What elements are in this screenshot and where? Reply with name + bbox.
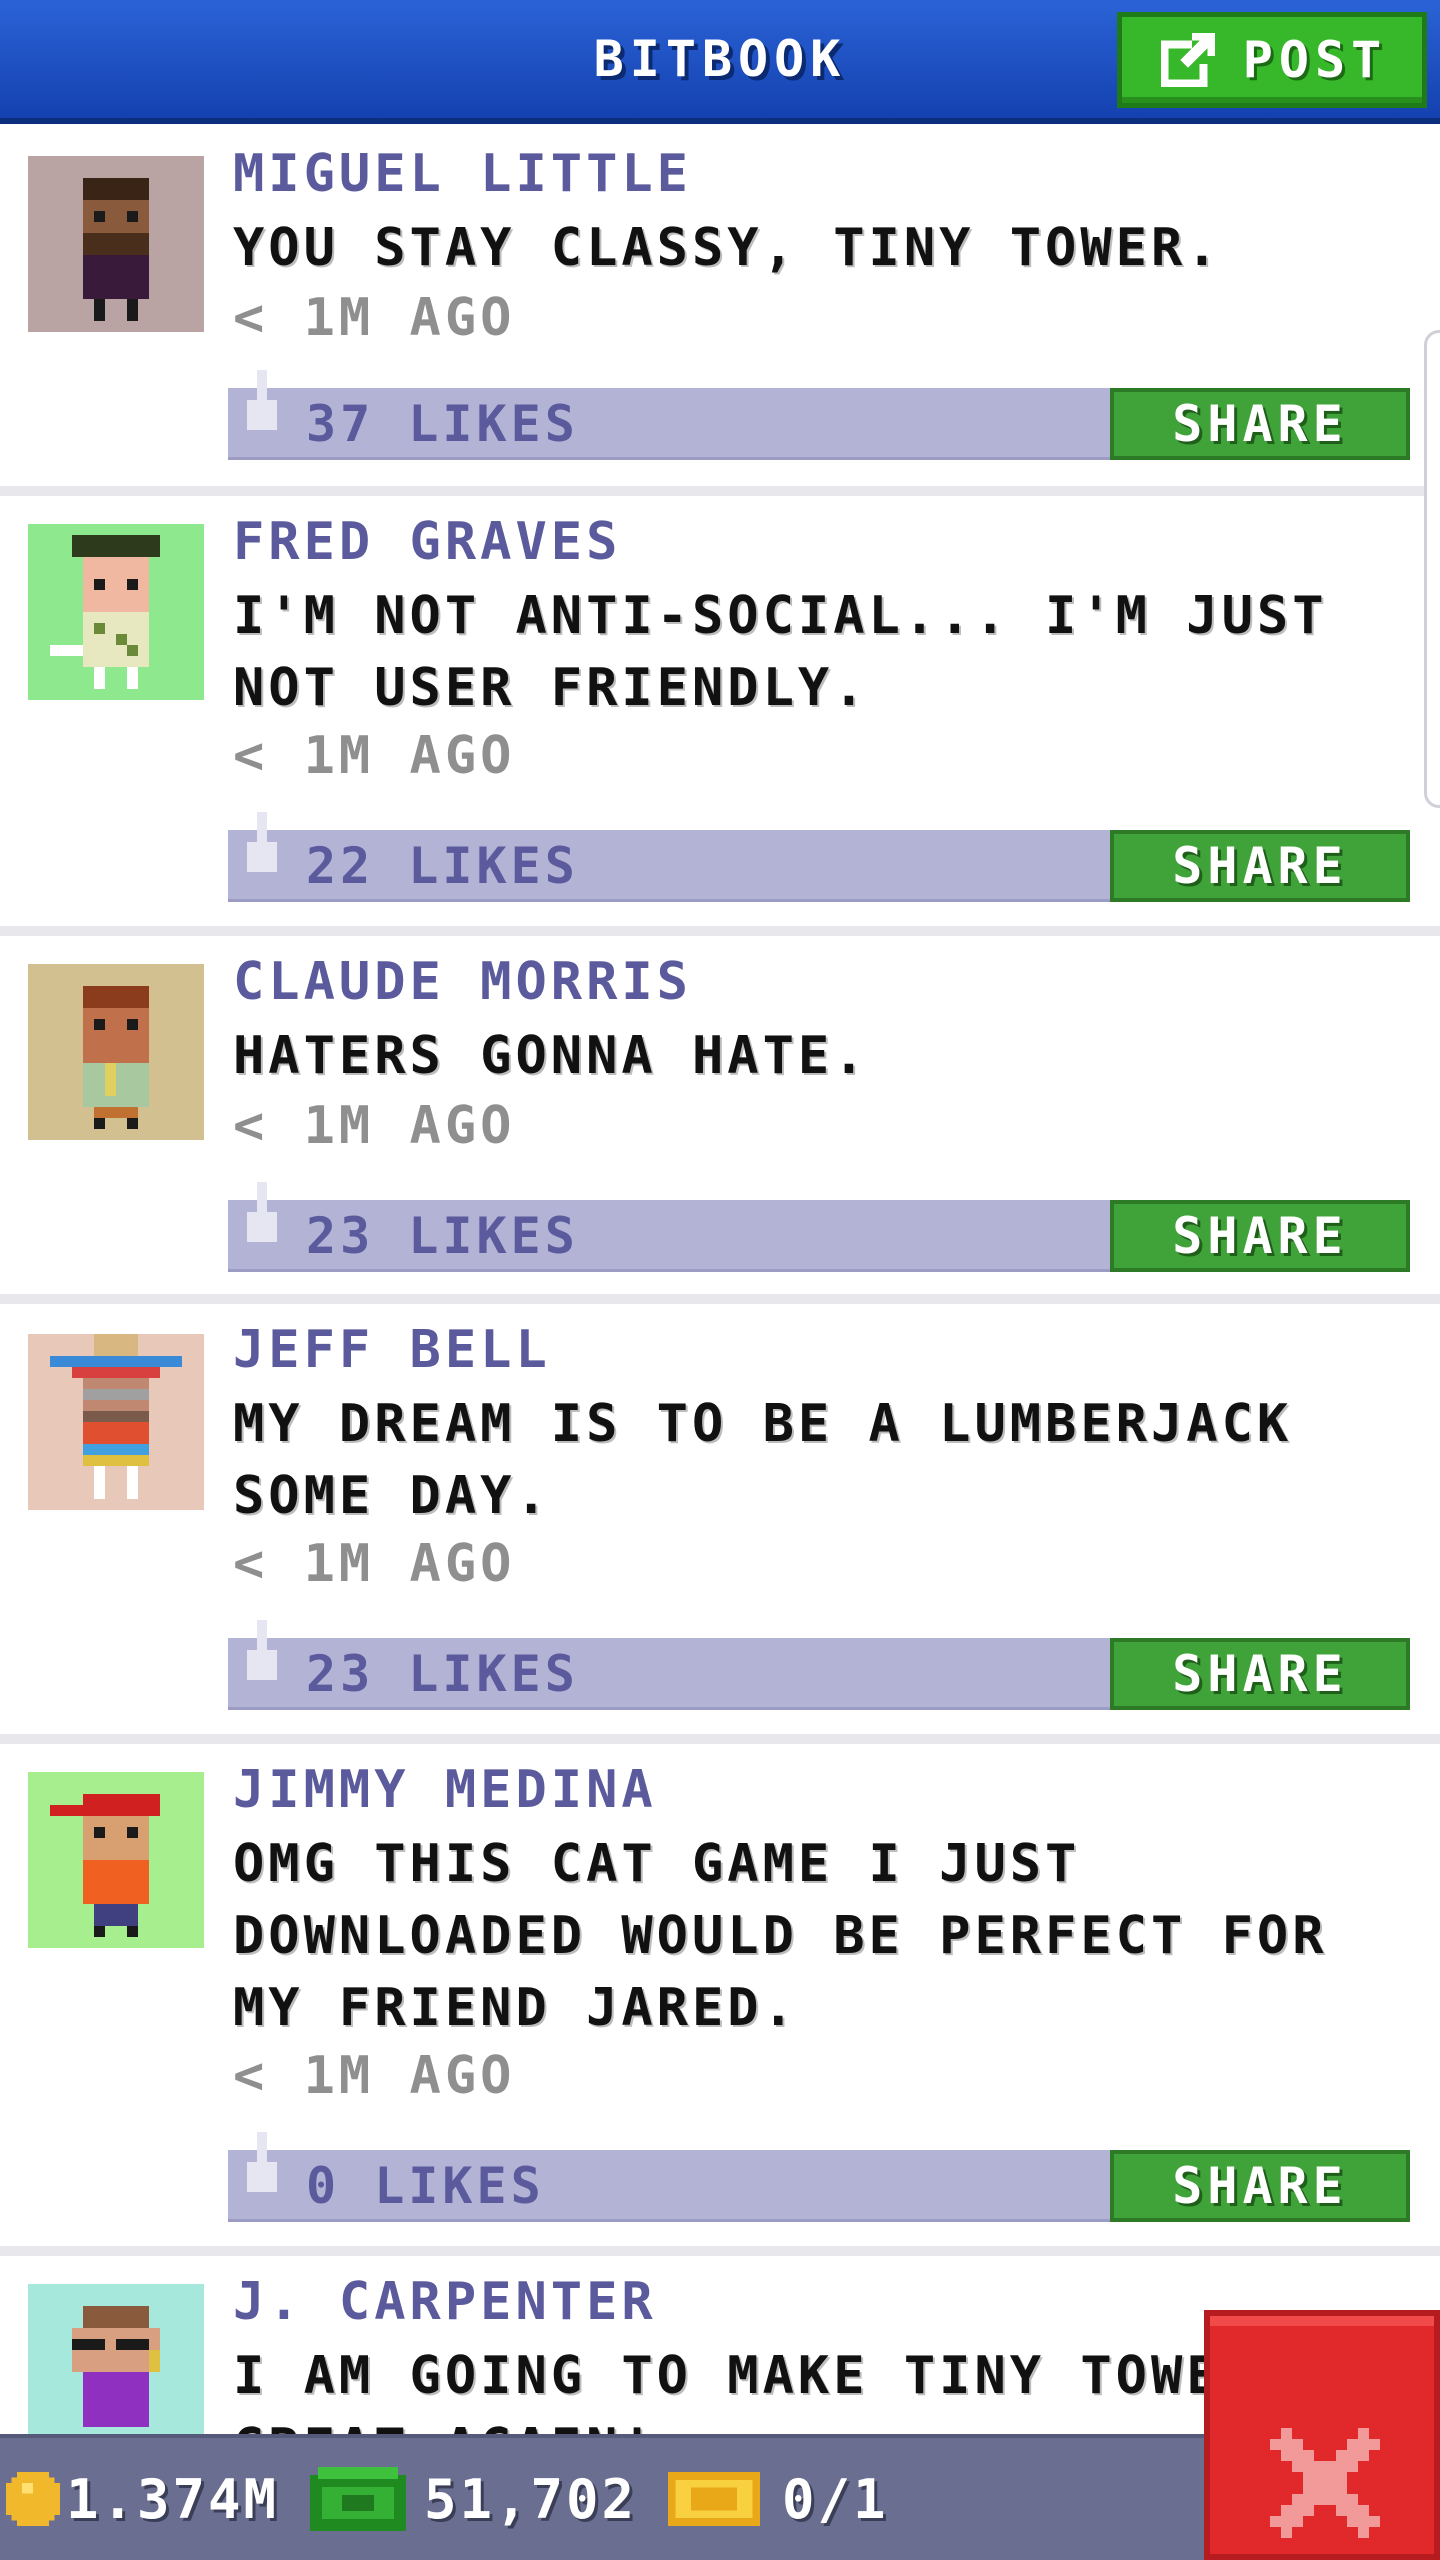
post-author: MIGUEL LITTLE <box>233 144 692 204</box>
likes-bar: 37 LIKES SHARE <box>228 370 1410 460</box>
bux-icon <box>310 2467 406 2531</box>
share-button[interactable]: SHARE <box>1110 1638 1410 1710</box>
post-text: I'M NOT ANTI-SOCIAL... I'M JUST NOT USER… <box>233 586 1328 718</box>
post-divider <box>0 1294 1440 1304</box>
post-time: < 1M AGO <box>233 1096 516 1156</box>
post-time: < 1M AGO <box>233 288 516 348</box>
post-time: < 1M AGO <box>233 1534 516 1594</box>
thumbs-up-icon[interactable] <box>242 2132 282 2202</box>
bux-stat: 51,702 <box>310 2438 637 2560</box>
coins-amount: 1.374M <box>66 2467 280 2531</box>
avatar <box>28 156 204 332</box>
share-button[interactable]: SHARE <box>1110 2150 1410 2222</box>
likes-count: 22 LIKES <box>306 837 579 895</box>
tickets-stat: 0/1 <box>668 2438 889 2560</box>
likes-bar: 23 LIKES SHARE <box>228 1182 1410 1272</box>
share-button[interactable]: SHARE <box>1110 388 1410 460</box>
coin-icon <box>6 2472 60 2526</box>
post-time: < 1M AGO <box>233 726 516 786</box>
thumbs-up-icon[interactable] <box>242 812 282 882</box>
bux-amount: 51,702 <box>424 2467 638 2531</box>
likes-bar: 22 LIKES SHARE <box>228 812 1410 902</box>
share-button[interactable]: SHARE <box>1110 1200 1410 1272</box>
likes-bar: 23 LIKES SHARE <box>228 1620 1410 1710</box>
likes-count: 0 LIKES <box>306 2157 545 2215</box>
feed-list[interactable]: MIGUEL LITTLE YOU STAY CLASSY, TINY TOWE… <box>0 124 1440 2434</box>
post-author: JEFF BELL <box>233 1320 551 1380</box>
avatar <box>28 524 204 700</box>
post-author: J. CARPENTER <box>233 2272 657 2332</box>
avatar <box>28 1334 204 1510</box>
tickets-count: 0/1 <box>782 2467 889 2531</box>
post-text: OMG THIS CAT GAME I JUST DOWNLOADED WOUL… <box>233 1834 1328 2038</box>
post-button-label: POST <box>1242 31 1388 89</box>
avatar <box>28 2284 204 2434</box>
avatar <box>28 1772 204 1948</box>
post-button[interactable]: POST <box>1117 12 1427 108</box>
post-author: CLAUDE MORRIS <box>233 952 692 1012</box>
post-text: HATERS GONNA HATE. <box>233 1026 869 1086</box>
post-text: YOU STAY CLASSY, TINY TOWER. <box>233 218 1222 278</box>
thumbs-up-icon[interactable] <box>242 1182 282 1252</box>
feed-post: CLAUDE MORRIS HATERS GONNA HATE. < 1M AG… <box>0 936 1440 1294</box>
app-header: BITBOOK POST <box>0 0 1440 124</box>
coins-stat: 1.374M <box>6 2438 279 2560</box>
feed-post: MIGUEL LITTLE YOU STAY CLASSY, TINY TOWE… <box>0 124 1440 486</box>
compose-icon <box>1160 32 1215 88</box>
post-author: FRED GRAVES <box>233 512 622 572</box>
feed-post: JEFF BELL MY DREAM IS TO BE A LUMBERJACK… <box>0 1304 1440 1734</box>
likes-count: 37 LIKES <box>306 395 579 453</box>
thumbs-up-icon[interactable] <box>242 1620 282 1690</box>
feed-post: JIMMY MEDINA OMG THIS CAT GAME I JUST DO… <box>0 1744 1440 2246</box>
post-divider <box>0 1734 1440 1744</box>
avatar <box>28 964 204 1140</box>
feed-post: FRED GRAVES I'M NOT ANTI-SOCIAL... I'M J… <box>0 496 1440 926</box>
post-author: JIMMY MEDINA <box>233 1760 657 1820</box>
ticket-icon <box>668 2472 760 2526</box>
thumbs-up-icon[interactable] <box>242 370 282 440</box>
scrollbar[interactable] <box>1424 330 1440 808</box>
likes-count: 23 LIKES <box>306 1645 579 1703</box>
post-divider <box>0 486 1440 496</box>
share-button[interactable]: SHARE <box>1110 830 1410 902</box>
likes-count: 23 LIKES <box>306 1207 579 1265</box>
post-divider <box>0 2246 1440 2256</box>
post-divider <box>0 926 1440 936</box>
post-text: MY DREAM IS TO BE A LUMBERJACK SOME DAY. <box>233 1394 1293 1526</box>
post-time: < 1M AGO <box>233 2046 516 2106</box>
close-icon <box>1270 2428 1380 2538</box>
likes-bar: 0 LIKES SHARE <box>228 2132 1410 2222</box>
close-button[interactable] <box>1204 2310 1440 2560</box>
